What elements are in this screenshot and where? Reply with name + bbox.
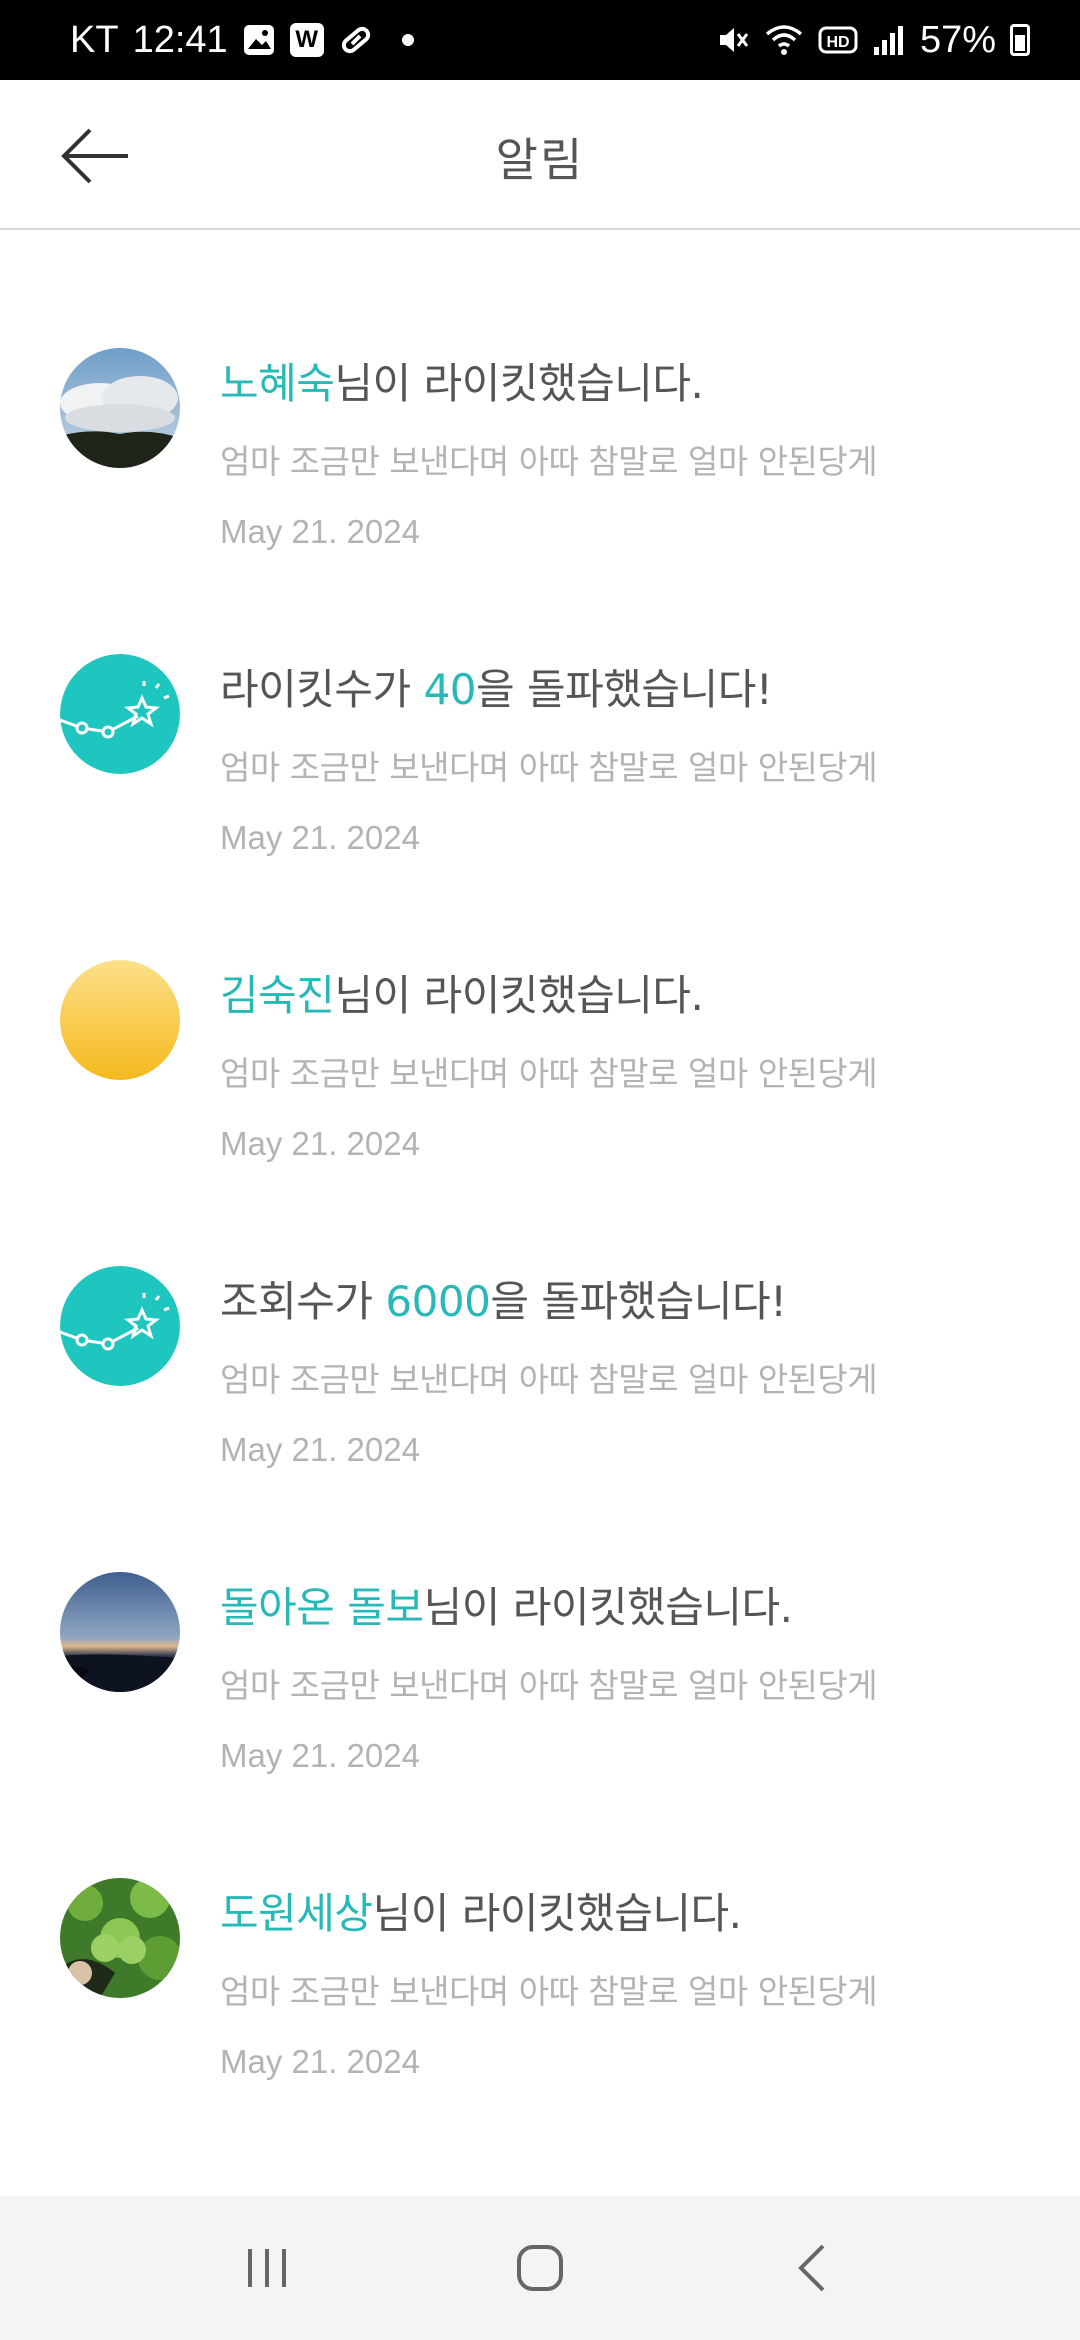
avatar[interactable] [60,348,180,468]
milestone-count: 40 [423,665,477,714]
notification-item[interactable]: 도원세상님이 라이킷했습니다. 엄마 조금만 보낸다며 아따 참말로 얼마 안된… [0,1878,1080,2180]
clock: 12:41 [132,18,228,61]
recent-apps-button[interactable] [222,2223,312,2313]
avatar[interactable] [60,1878,180,1998]
title-suffix: 님이 라이킷했습니다. [372,1889,742,1938]
post-excerpt: 엄마 조금만 보낸다며 아따 참말로 얼마 안된당게 [220,1054,878,1093]
recent-apps-icon [247,2249,286,2287]
home-icon [516,2245,563,2291]
notification-title: 라이킷수가 40을 돌파했습니다! [220,656,1040,717]
title-suffix: 을 돌파했습니다! [476,665,773,714]
title-suffix: 님이 라이킷했습니다. [334,971,704,1020]
app-header: 알림 [0,80,1080,230]
notification-item[interactable]: 돌아온 돌보님이 라이킷했습니다. 엄마 조금만 보낸다며 아따 참말로 얼마 … [0,1572,1080,1874]
chevron-left-icon [798,2244,825,2292]
home-button[interactable] [495,2223,585,2313]
w-app-icon: W [289,23,324,57]
user-name[interactable]: 노혜숙 [220,359,335,408]
notification-date: May 21. 2024 [220,2043,420,2080]
post-excerpt: 엄마 조금만 보낸다며 아따 참말로 얼마 안된당게 [220,748,878,787]
title-suffix: 을 돌파했습니다! [490,1277,787,1326]
post-excerpt: 엄마 조금만 보낸다며 아따 참말로 얼마 안된당게 [220,1360,878,1399]
notification-texts: 도원세상님이 라이킷했습니다. 엄마 조금만 보낸다며 아따 참말로 얼마 안된… [220,1880,1040,2081]
notification-texts: 돌아온 돌보님이 라이킷했습니다. 엄마 조금만 보낸다며 아따 참말로 얼마 … [220,1574,1040,1775]
notification-date: May 21. 2024 [220,1431,420,1468]
battery-icon [1010,24,1030,56]
status-bar: KT 12:41 W HD 57% [0,0,1080,80]
post-excerpt: 엄마 조금만 보낸다며 아따 참말로 얼마 안된당게 [220,1666,878,1705]
pill-icon [338,22,374,58]
notification-texts: 김숙진님이 라이킷했습니다. 엄마 조금만 보낸다며 아따 참말로 얼마 안된당… [220,962,1040,1163]
notification-date: May 21. 2024 [220,1125,420,1162]
notification-texts: 라이킷수가 40을 돌파했습니다! 엄마 조금만 보낸다며 아따 참말로 얼마 … [220,656,1040,857]
mute-icon [714,22,750,58]
notification-texts: 조회수가 6000을 돌파했습니다! 엄마 조금만 보낸다며 아따 참말로 얼마… [220,1268,1040,1469]
notification-item[interactable]: 라이킷수가 40을 돌파했습니다! 엄마 조금만 보낸다며 아따 참말로 얼마 … [0,654,1080,956]
title-prefix: 라이킷수가 [220,665,424,714]
milestone-star-icon [60,1266,180,1386]
title-suffix: 님이 라이킷했습니다. [423,1583,793,1632]
clover-photo-avatar [60,1878,180,1998]
gallery-icon [242,23,276,57]
notification-date: May 21. 2024 [220,513,420,550]
title-prefix: 조회수가 [220,1277,386,1326]
carrier-label: KT [70,18,119,61]
post-excerpt: 엄마 조금만 보낸다며 아따 참말로 얼마 안된당게 [220,442,878,481]
notification-texts: 노혜숙님이 라이킷했습니다. 엄마 조금만 보낸다며 아따 참말로 얼마 안된당… [220,350,1040,551]
milestone-star-icon [60,654,180,774]
notification-item[interactable]: 노혜숙님이 라이킷했습니다. 엄마 조금만 보낸다며 아따 참말로 얼마 안된당… [0,348,1080,650]
status-right: HD 57% [714,19,1030,62]
yellow-gradient-avatar [60,960,180,1080]
notification-date: May 21. 2024 [220,819,420,856]
cloud-photo-avatar [60,348,180,468]
system-back-button[interactable] [768,2223,858,2313]
notification-title: 돌아온 돌보님이 라이킷했습니다. [220,1574,1040,1635]
status-left: KT 12:41 W [70,19,414,62]
notification-title: 노혜숙님이 라이킷했습니다. [220,350,1040,411]
milestone-count: 6000 [385,1277,491,1326]
hd-voice-icon: HD [818,24,858,56]
title-suffix: 님이 라이킷했습니다. [334,359,704,408]
user-name[interactable]: 도원세상 [220,1889,373,1938]
page-title: 알림 [495,133,585,187]
avatar [60,654,180,774]
signal-icon [872,23,906,57]
post-excerpt: 엄마 조금만 보낸다며 아따 참말로 얼마 안된당게 [220,1972,878,2011]
notification-item[interactable]: 김숙진님이 라이킷했습니다. 엄마 조금만 보낸다며 아따 참말로 얼마 안된당… [0,960,1080,1262]
notification-dot-icon [401,34,414,46]
notification-date: May 21. 2024 [220,1737,420,1774]
avatar [60,1266,180,1386]
avatar[interactable] [60,1572,180,1692]
wifi-icon [764,22,804,58]
avatar[interactable] [60,960,180,1080]
user-name[interactable]: 돌아온 돌보 [220,1583,424,1632]
system-nav-bar [0,2196,1080,2340]
notification-title: 조회수가 6000을 돌파했습니다! [220,1268,1040,1329]
notification-title: 도원세상님이 라이킷했습니다. [220,1880,1040,1941]
user-name[interactable]: 김숙진 [220,971,335,1020]
notification-title: 김숙진님이 라이킷했습니다. [220,962,1040,1023]
battery-percent: 57% [919,18,996,61]
svg-text:HD: HD [826,34,849,51]
notification-item[interactable]: 조회수가 6000을 돌파했습니다! 엄마 조금만 보낸다며 아따 참말로 얼마… [0,1266,1080,1568]
sunset-photo-avatar [60,1572,180,1692]
